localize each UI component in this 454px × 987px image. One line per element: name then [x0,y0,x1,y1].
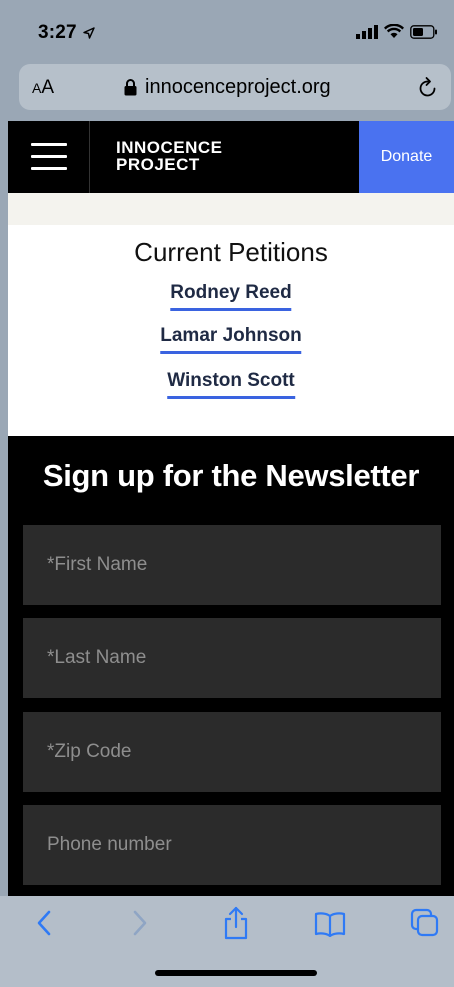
zip-code-field[interactable] [23,712,441,792]
petition-link-rodney-reed[interactable]: Rodney Reed [170,282,292,311]
menu-icon[interactable] [31,143,67,171]
donate-button[interactable]: Donate [359,121,454,193]
lock-icon [124,79,137,96]
location-arrow-icon [83,27,95,39]
newsletter-heading: Sign up for the Newsletter [42,458,420,493]
wifi-icon [384,24,404,38]
last-name-field[interactable] [23,618,441,698]
battery-icon [410,24,437,39]
phone-number-field[interactable] [23,805,441,885]
forward-icon[interactable] [128,908,150,938]
status-bar: 3:27 [0,0,454,60]
status-icons [356,24,438,39]
petitions-heading: Current Petitions [134,237,328,267]
first-name-field[interactable] [23,525,441,605]
site-header: INNOCENCE PROJECT Donate [8,121,454,193]
logo-line-1: INNOCENCE [116,138,223,157]
text-size-button[interactable]: AA [32,77,54,99]
url-text: innocenceproject.org [145,76,331,98]
content-spacer [8,193,454,225]
site-logo[interactable]: INNOCENCE PROJECT [116,139,223,173]
petition-link-lamar-johnson[interactable]: Lamar Johnson [160,325,302,354]
logo-line-2: PROJECT [116,155,200,174]
url-display[interactable]: innocenceproject.org [124,76,331,99]
tabs-icon[interactable] [410,908,440,938]
text-size-large-label: A [41,77,55,98]
phone-screen: 3:27 AA innocenceproject.org INNOCENCE P… [0,0,454,987]
petition-link-winston-scott[interactable]: Winston Scott [167,370,295,399]
home-indicator[interactable] [155,970,317,976]
back-icon[interactable] [34,908,56,938]
newsletter-section: Sign up for the Newsletter [8,436,454,896]
current-petitions-section: Current Petitions Rodney Reed Lamar John… [8,225,454,436]
clock: 3:27 [38,22,77,43]
address-bar[interactable]: AA innocenceproject.org [19,64,451,110]
reload-icon[interactable] [417,75,439,99]
header-divider [89,121,90,193]
text-size-small-label: A [32,80,42,96]
bookmarks-icon[interactable] [314,911,346,937]
share-icon[interactable] [222,906,250,940]
cellular-signal-icon [356,24,378,39]
